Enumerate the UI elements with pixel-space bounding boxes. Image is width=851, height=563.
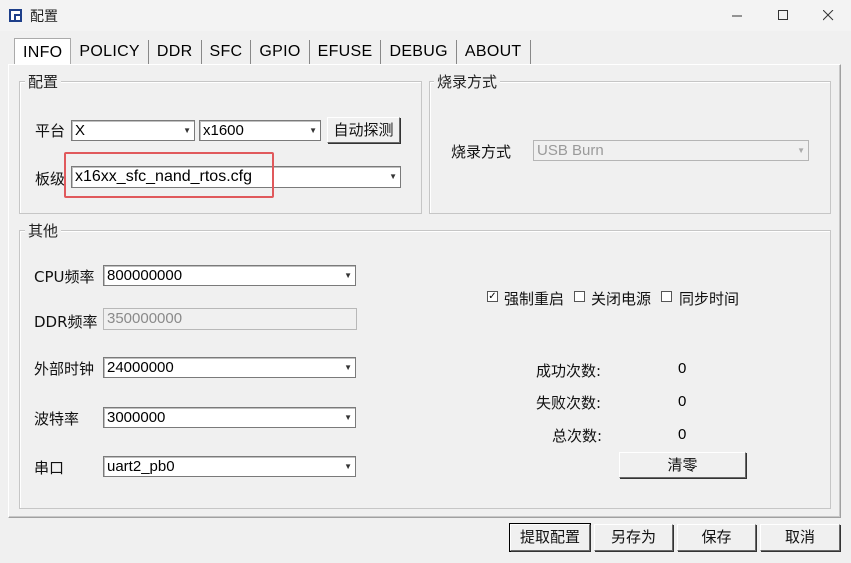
total-count-label: 总次数:	[552, 427, 603, 445]
other-group-label: 其他	[25, 220, 62, 241]
success-count-value: 0	[678, 360, 687, 377]
check-icon: ✓	[488, 291, 497, 302]
sync-time-label: 同步时间	[679, 290, 740, 308]
config-group-label: 配置	[25, 71, 62, 92]
tab-sfc[interactable]: SFC	[202, 40, 252, 64]
chevron-down-icon: ▼	[344, 271, 352, 280]
force-reboot-checkbox[interactable]: ✓	[487, 291, 498, 302]
fetch-config-button[interactable]: 提取配置	[510, 524, 590, 551]
minimize-button[interactable]	[714, 0, 760, 31]
success-count-label: 成功次数:	[536, 362, 602, 380]
serial-port-label: 串口	[34, 459, 65, 477]
app-icon	[9, 9, 22, 22]
maximize-icon	[777, 10, 788, 20]
force-reboot-label: 强制重启	[504, 290, 565, 308]
cancel-button[interactable]: 取消	[760, 524, 840, 551]
tab-debug[interactable]: DEBUG	[381, 40, 457, 64]
board-label: 板级	[35, 170, 66, 188]
power-off-label: 关闭电源	[591, 290, 652, 308]
burn-method-group-label: 烧录方式	[434, 71, 501, 92]
platform-label: 平台	[35, 122, 66, 140]
ddr-freq-field[interactable]: 350000000	[103, 308, 357, 330]
chevron-down-icon: ▼	[344, 413, 352, 422]
minimize-icon	[731, 15, 742, 17]
close-icon	[822, 10, 833, 21]
cpu-freq-label: CPU频率	[34, 268, 95, 286]
burn-method-select[interactable]: USB Burn ▼	[533, 140, 809, 161]
chevron-down-icon: ▼	[797, 146, 805, 155]
serial-port-select[interactable]: uart2_pb0 ▼	[103, 456, 356, 477]
window-title: 配置	[30, 9, 58, 25]
burn-method-label: 烧录方式	[451, 143, 512, 161]
tab-bar: INFO POLICY DDR SFC GPIO EFUSE DEBUG ABO…	[14, 38, 531, 65]
ext-clock-label: 外部时钟	[34, 360, 95, 378]
close-button[interactable]	[805, 0, 851, 31]
fail-count-label: 失败次数:	[536, 394, 602, 412]
tab-info[interactable]: INFO	[14, 38, 72, 65]
title-bar: 配置	[0, 0, 851, 31]
save-button[interactable]: 保存	[677, 524, 756, 551]
total-count-value: 0	[678, 426, 687, 443]
baud-rate-select[interactable]: 3000000 ▼	[103, 407, 356, 428]
cpu-freq-select[interactable]: 800000000 ▼	[103, 265, 356, 286]
save-as-button[interactable]: 另存为	[594, 524, 673, 551]
tab-gpio[interactable]: GPIO	[251, 40, 310, 64]
chip-select[interactable]: x1600 ▼	[199, 120, 321, 141]
clear-button[interactable]: 清零	[619, 452, 746, 478]
platform-select[interactable]: X ▼	[71, 120, 195, 141]
tab-ddr[interactable]: DDR	[149, 40, 202, 64]
tab-about[interactable]: ABOUT	[457, 40, 531, 64]
chevron-down-icon: ▼	[183, 126, 191, 135]
highlight-box	[64, 152, 274, 198]
auto-detect-button[interactable]: 自动探测	[327, 117, 400, 143]
power-off-checkbox[interactable]	[574, 291, 585, 302]
ddr-freq-label: DDR频率	[34, 313, 98, 331]
baud-rate-label: 波特率	[34, 410, 80, 428]
sync-time-checkbox[interactable]	[661, 291, 672, 302]
tab-policy[interactable]: POLICY	[71, 40, 149, 64]
fail-count-value: 0	[678, 393, 687, 410]
chevron-down-icon: ▼	[344, 462, 352, 471]
chevron-down-icon: ▼	[389, 172, 397, 181]
maximize-button[interactable]	[760, 0, 806, 31]
tab-efuse[interactable]: EFUSE	[310, 40, 382, 64]
chevron-down-icon: ▼	[309, 126, 317, 135]
ext-clock-select[interactable]: 24000000 ▼	[103, 357, 356, 378]
chevron-down-icon: ▼	[344, 363, 352, 372]
